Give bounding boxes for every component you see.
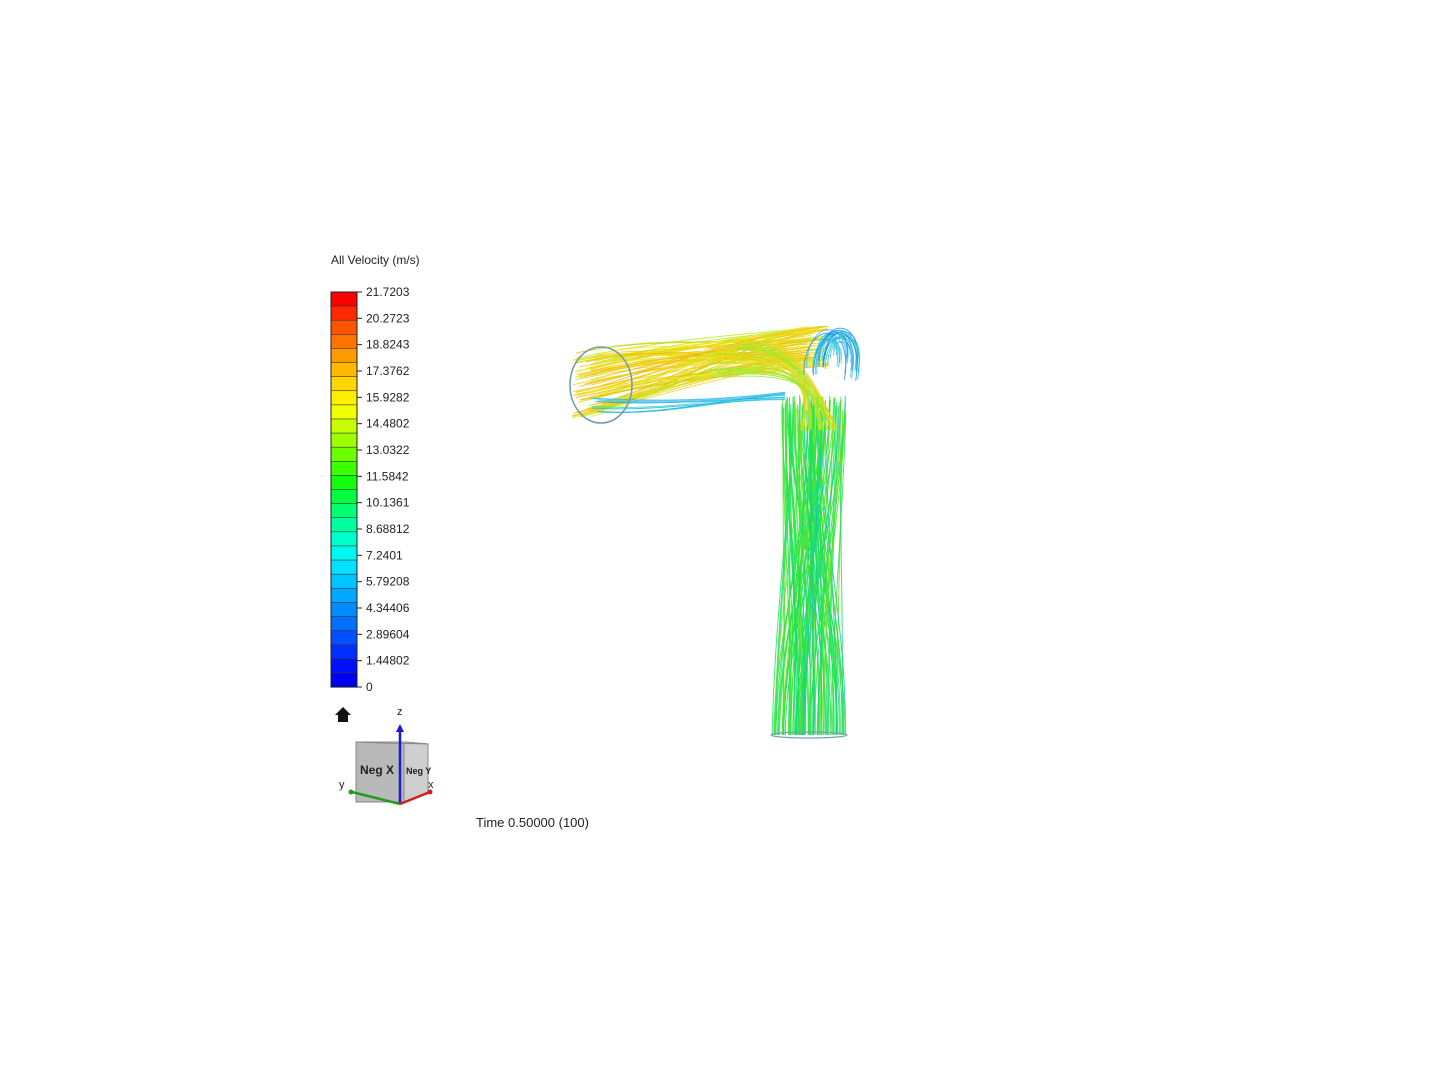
legend-band bbox=[330, 658, 358, 674]
legend-tick-label: 1.44802 bbox=[366, 654, 410, 668]
legend-tick-label: 7.2401 bbox=[366, 548, 403, 562]
legend-band bbox=[330, 531, 358, 547]
cube-front-label: Neg X bbox=[360, 763, 394, 777]
cube-side-label: Neg Y bbox=[406, 766, 431, 776]
legend-band bbox=[330, 404, 358, 420]
legend-band bbox=[330, 334, 358, 350]
x-axis-label: x bbox=[428, 779, 434, 791]
legend-band bbox=[330, 418, 358, 434]
legend-band bbox=[330, 644, 358, 660]
legend-title: All Velocity (m/s) bbox=[331, 253, 420, 267]
legend-band bbox=[330, 291, 358, 307]
streamlines bbox=[572, 325, 860, 736]
legend-band bbox=[330, 319, 358, 335]
legend-tick-label: 20.2723 bbox=[366, 311, 410, 325]
legend-band bbox=[330, 517, 358, 533]
legend-tick-label: 5.79208 bbox=[366, 575, 410, 589]
legend-band bbox=[330, 573, 358, 589]
legend-band bbox=[330, 489, 358, 505]
legend-band bbox=[330, 446, 358, 462]
legend-tick-label: 2.89604 bbox=[366, 627, 410, 641]
time-label: Time 0.50000 (100) bbox=[476, 815, 589, 830]
legend-band bbox=[330, 630, 358, 646]
legend-band bbox=[330, 305, 358, 321]
legend-band bbox=[330, 672, 358, 688]
legend-tick-label: 8.68812 bbox=[366, 522, 410, 536]
legend-band bbox=[330, 376, 358, 392]
legend-tick-label: 14.4802 bbox=[366, 417, 410, 431]
legend-tick-label: 11.5842 bbox=[366, 469, 409, 483]
legend-band bbox=[330, 362, 358, 378]
legend-band bbox=[330, 602, 358, 618]
legend-tick-label: 0 bbox=[366, 680, 373, 694]
legend-band bbox=[330, 475, 358, 491]
legend-band bbox=[330, 432, 358, 448]
legend-tick-label: 18.8243 bbox=[366, 338, 410, 352]
legend-tick-label: 4.34406 bbox=[366, 601, 410, 615]
z-axis-label: z bbox=[397, 706, 403, 718]
streamline-render[interactable] bbox=[540, 300, 880, 750]
legend-band bbox=[330, 545, 358, 561]
legend-band bbox=[330, 503, 358, 519]
legend-band bbox=[330, 616, 358, 632]
color-legend: 21.7203 20.2723 18.8243 17.3762 15.9282 14.48… bbox=[330, 285, 410, 694]
legend-band bbox=[330, 460, 358, 476]
legend-band bbox=[330, 559, 358, 575]
legend-tick-label: 10.1361 bbox=[366, 496, 410, 510]
legend-band bbox=[330, 390, 358, 406]
legend-tick-label: 15.9282 bbox=[366, 390, 410, 404]
legend-tick-label: 13.0322 bbox=[366, 443, 410, 457]
legend-band bbox=[330, 348, 358, 364]
legend-tick-label: 21.7203 bbox=[366, 285, 410, 299]
orientation-cube[interactable]: Neg X Neg Y z y x bbox=[330, 700, 445, 810]
legend-tick-label: 17.3762 bbox=[366, 364, 410, 378]
3d-viewport[interactable]: All Velocity (m/s) 21.7203 20.2723 18.8243… bbox=[0, 0, 1440, 1080]
y-axis-label: y bbox=[339, 779, 345, 791]
legend-band bbox=[330, 587, 358, 603]
